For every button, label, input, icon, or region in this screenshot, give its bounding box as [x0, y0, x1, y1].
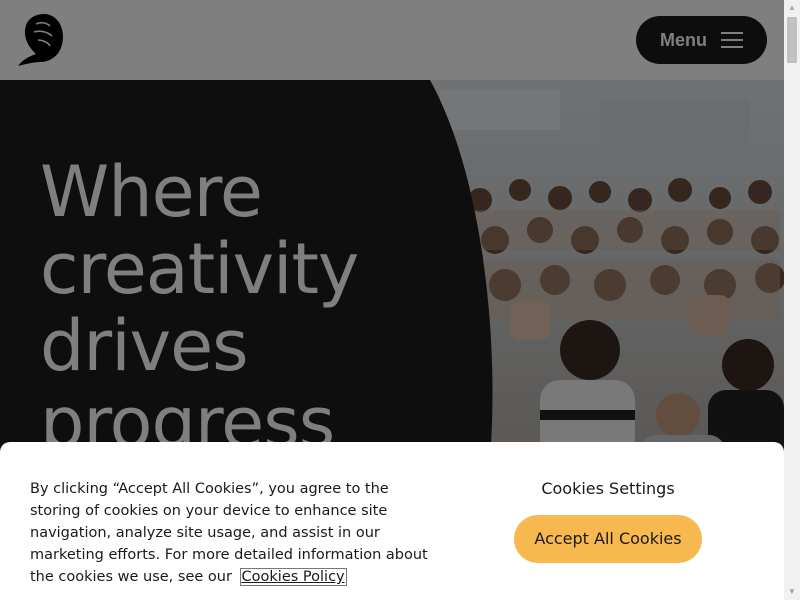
- scroll-up-icon[interactable]: ▲: [784, 0, 800, 16]
- cookie-message: By clicking “Accept All Cookies”, you ag…: [30, 478, 440, 588]
- cookies-settings-button[interactable]: Cookies Settings: [515, 476, 701, 500]
- cookie-banner: By clicking “Accept All Cookies”, you ag…: [0, 442, 784, 600]
- scroll-thumb[interactable]: [787, 17, 797, 63]
- cookies-policy-link[interactable]: Cookies Policy: [239, 568, 347, 586]
- scroll-down-icon[interactable]: ▼: [784, 584, 800, 600]
- scrollbar[interactable]: ▲ ▼: [784, 0, 800, 600]
- cookie-text: By clicking “Accept All Cookies”, you ag…: [30, 481, 428, 585]
- accept-all-cookies-button[interactable]: Accept All Cookies: [514, 515, 702, 563]
